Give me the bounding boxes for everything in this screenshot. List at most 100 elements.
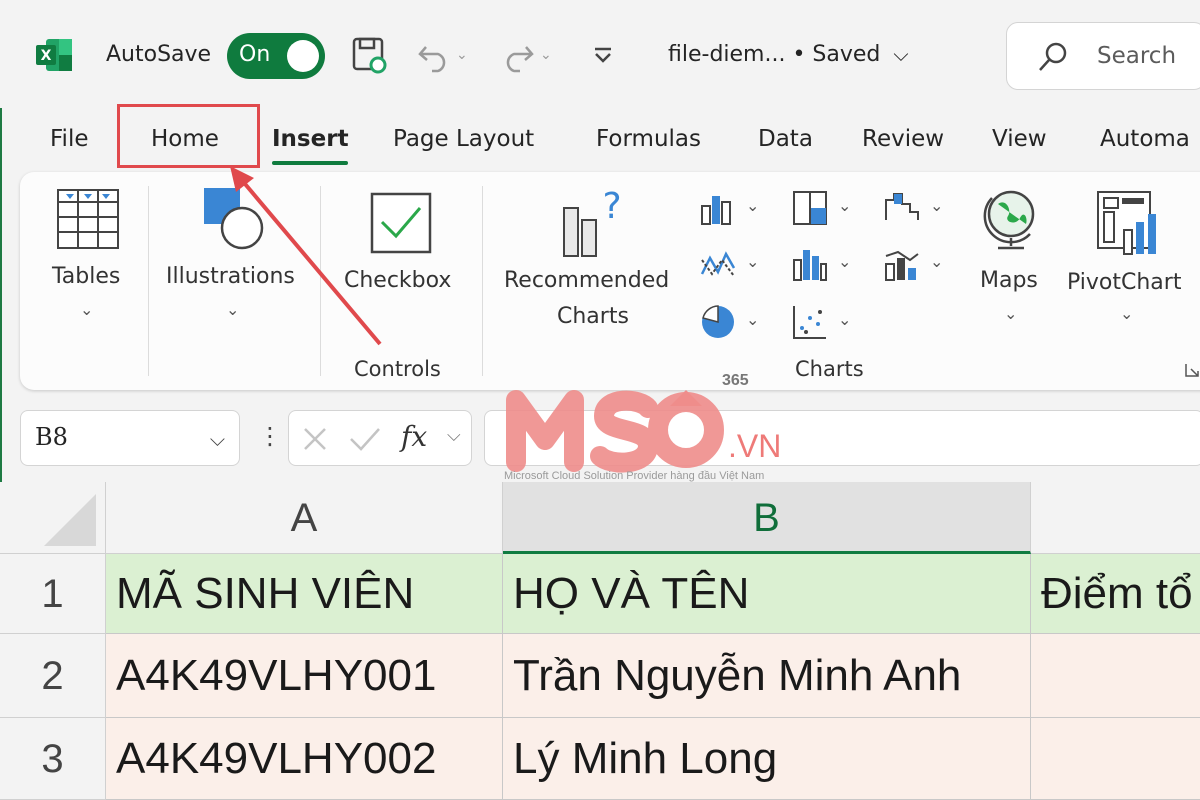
save-icon	[352, 37, 387, 74]
search-placeholder: Search	[1097, 43, 1177, 69]
formula-buttons: fx ⌵	[288, 410, 472, 466]
chevron-down-icon: ⌄	[1004, 304, 1018, 323]
autosave-label: AutoSave	[106, 42, 212, 67]
tab-automate[interactable]: Automa	[1100, 126, 1190, 152]
watermark-badge: 365	[722, 372, 749, 389]
chevron-down-icon: ⌄	[226, 300, 240, 319]
cell-c2[interactable]	[1031, 634, 1200, 718]
controls-group-label: Controls	[354, 357, 441, 381]
title-bar: X AutoSave On ⌄ ⌄ file-diem... • Saved ⌵…	[0, 0, 1200, 108]
chevron-down-icon: ⌄	[838, 252, 852, 271]
pivotchart-icon	[1097, 191, 1156, 255]
chevron-down-icon[interactable]: ⌄	[540, 47, 552, 63]
toggle-knob	[287, 40, 319, 72]
recommended-charts-label-1: Recommended	[504, 268, 670, 293]
chevron-down-icon: ⌄	[930, 196, 944, 215]
pivotchart-label: PivotChart	[1067, 270, 1182, 295]
line-chart-button[interactable]: ⌄	[700, 248, 759, 286]
name-box-value: B8	[35, 423, 68, 451]
row-header-1[interactable]: 1	[0, 554, 106, 634]
scatter-chart-button[interactable]: ⌄	[792, 304, 851, 344]
tab-formulas[interactable]: Formulas	[596, 126, 701, 152]
more-options-icon[interactable]: ⋮	[258, 422, 282, 450]
tab-data[interactable]: Data	[758, 126, 813, 152]
tab-file[interactable]: File	[50, 126, 89, 152]
chevron-down-icon: ⌄	[80, 300, 94, 319]
checkbox-icon	[370, 192, 432, 254]
enter-icon[interactable]	[349, 425, 381, 453]
waterfall-chart-button[interactable]: ⌄	[884, 190, 943, 230]
active-tab-indicator	[272, 161, 348, 165]
undo-button[interactable]: ⌄	[416, 34, 468, 76]
svg-text:X: X	[41, 48, 52, 64]
cell-c3[interactable]	[1031, 718, 1200, 800]
combo-chart-icon	[885, 250, 919, 281]
pie-chart-button[interactable]: ⌄	[700, 304, 759, 344]
checkbox-label: Checkbox	[344, 268, 452, 293]
ribbon-insert: Tables ⌄ Illustrations ⌄ Checkbox Contro…	[20, 172, 1200, 390]
row-header-3[interactable]: 3	[0, 718, 106, 800]
table-icon	[57, 189, 119, 249]
hierarchy-chart-button[interactable]: ⌄	[792, 190, 851, 230]
pie-chart-icon	[702, 305, 734, 338]
redo-button[interactable]: ⌄	[500, 34, 552, 76]
tab-page-layout[interactable]: Page Layout	[393, 126, 534, 152]
row-header-2[interactable]: 2	[0, 634, 106, 718]
scatter-chart-icon	[793, 306, 826, 339]
cell-a1[interactable]: MÃ SINH VIÊN	[106, 554, 503, 634]
save-button[interactable]	[350, 34, 390, 76]
chevron-down-icon[interactable]: ⌵	[210, 427, 225, 451]
ribbon-separator	[320, 186, 321, 376]
ribbon-separator	[148, 186, 149, 376]
chevron-down-icon[interactable]: ⌵	[447, 425, 461, 446]
insert-function-button[interactable]: fx	[401, 420, 427, 453]
filename-text: file-diem... • Saved	[668, 42, 881, 67]
column-chart-icon	[701, 196, 731, 225]
tables-label: Tables	[52, 264, 121, 289]
illustrations-icon	[204, 188, 264, 250]
search-box[interactable]: Search	[1006, 22, 1200, 90]
select-all-corner[interactable]	[0, 482, 106, 554]
undo-icon	[418, 46, 446, 73]
charts-group-label: Charts	[795, 357, 864, 381]
excel-logo-icon: X	[36, 39, 72, 71]
recommended-charts-label-2: Charts	[557, 304, 629, 329]
cell-b1[interactable]: HỌ VÀ TÊN	[503, 554, 1031, 634]
chevron-down-icon: ⌄	[838, 310, 852, 329]
chevron-down-icon: ⌄	[746, 252, 760, 271]
chevron-down-icon[interactable]: ⌄	[456, 47, 468, 63]
document-title[interactable]: file-diem... • Saved ⌵	[668, 42, 909, 67]
statistic-chart-icon	[793, 250, 827, 281]
cell-b2[interactable]: Trần Nguyễn Minh Anh	[503, 634, 1031, 718]
recommended-charts-icon: ?	[563, 186, 622, 257]
globe-icon	[983, 190, 1035, 250]
cell-a2[interactable]: A4K49VLHY001	[106, 634, 503, 718]
cell-c1[interactable]: Điểm tổ	[1031, 554, 1200, 634]
maps-label: Maps	[980, 268, 1038, 293]
customize-quick-access-button[interactable]	[592, 34, 614, 76]
watermark-suffix: .VN	[728, 428, 782, 464]
dialog-launcher-icon[interactable]	[1184, 362, 1200, 378]
tab-view[interactable]: View	[992, 126, 1047, 152]
home-tab-highlight	[117, 104, 260, 168]
svg-text:?: ?	[602, 186, 621, 227]
chevron-down-icon: ⌵	[893, 42, 909, 66]
column-header-a[interactable]: A	[106, 482, 503, 554]
cell-a3[interactable]: A4K49VLHY002	[106, 718, 503, 800]
chevron-down-icon: ⌄	[746, 310, 760, 329]
hierarchy-chart-icon	[793, 191, 827, 225]
tab-review[interactable]: Review	[862, 126, 944, 152]
name-box[interactable]: B8 ⌵	[20, 410, 240, 466]
tab-insert[interactable]: Insert	[272, 126, 349, 152]
redo-icon	[506, 46, 534, 73]
cell-b3[interactable]: Lý Minh Long	[503, 718, 1031, 800]
cancel-icon[interactable]	[301, 425, 329, 453]
ribbon-separator	[482, 186, 483, 376]
column-chart-button[interactable]: ⌄	[700, 192, 759, 230]
column-header-b[interactable]: B	[503, 482, 1031, 554]
autosave-toggle[interactable]: On	[227, 33, 325, 79]
combo-chart-button[interactable]: ⌄	[884, 248, 943, 286]
statistic-chart-button[interactable]: ⌄	[792, 248, 851, 286]
autosave-state: On	[239, 42, 271, 67]
column-header-c[interactable]	[1031, 482, 1200, 554]
